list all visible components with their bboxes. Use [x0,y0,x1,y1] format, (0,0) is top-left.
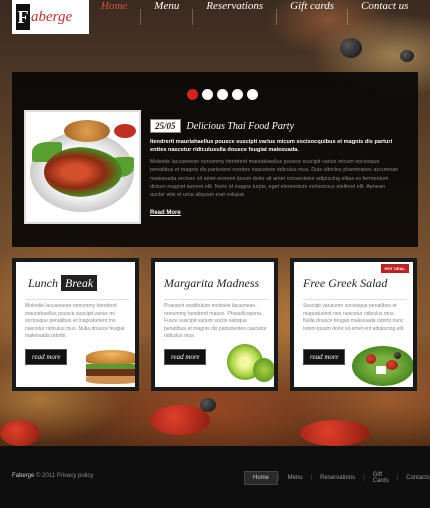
slider-dot-4[interactable] [232,89,243,100]
featured-slider: 25/05 Delicious Thai Food Party Itendrer… [12,72,418,247]
nav-gift-cards[interactable]: Gift cards [277,0,347,34]
divider [25,299,129,300]
burger-bun-bottom [86,376,135,384]
promo-box-free-greek-salad: HOT DEAL Free Greek Salad Suscipit varui… [290,258,417,391]
tomato-decoration [300,420,370,446]
tomato-piece [386,360,398,370]
tomato-piece [366,354,376,364]
slider-dot-3[interactable] [217,89,228,100]
nav-home[interactable]: Home [88,0,140,34]
promo-box-margarita-madness: Margarita Madness Praesent vestibulum mo… [151,258,278,391]
lime-image [253,358,274,382]
olive-decoration [200,398,216,412]
burger-patty [86,369,135,376]
nav-menu[interactable]: Menu [141,0,192,34]
read-more-button[interactable]: read more [25,349,68,365]
box-title: Free Greek Salad [303,276,388,290]
copyright-text: © 2011 [36,473,56,479]
footer-brand: Faberge [12,473,35,479]
box-text: Praesent vestibulum molestie lacusnean n… [164,303,267,340]
slide-read-more-link[interactable]: Read More [150,210,181,216]
divider [303,299,407,300]
nav-reservations[interactable]: Reservations [193,0,276,34]
olive-decoration [340,38,362,58]
footer-nav-menu[interactable]: Menu [280,472,311,484]
slide-lead-text: Itendrerit mauriahaellus pousce suscipit… [150,139,393,153]
header: F aberge Home Menu Reservations Gift car… [0,0,430,34]
sauce-bowl-shape [112,122,138,140]
box-title: Lunch Break [25,275,98,291]
footer-copyright: Faberge © 2011 Privacy policy [12,473,93,479]
olive-decoration [400,50,414,62]
slider-dot-1[interactable] [187,89,198,100]
slide-title: Delicious Thai Food Party [186,120,295,132]
slide-date: 25/05 [150,119,181,133]
divider [164,299,268,300]
logo[interactable]: F aberge [12,0,89,34]
footer-nav-home[interactable]: Home [244,471,279,485]
footer-nav: Home | Menu | Reservations | Gift Cards … [244,469,430,487]
footer-nav-contacts[interactable]: Contacts [398,472,430,484]
slider-dot-5[interactable] [247,89,258,100]
footer: Faberge © 2011 Privacy policy Home | Men… [0,446,430,508]
footer-nav-gift-cards[interactable]: Gift Cards [365,469,397,487]
slider-dot-2[interactable] [202,89,213,100]
nav-contact-us[interactable]: Contact us [348,0,421,34]
box-text: Molestie lacusenean nonummy hendrerit ma… [25,303,125,340]
slide-image [24,110,141,224]
footer-nav-reservations[interactable]: Reservations [312,472,363,484]
fried-food-shape [64,120,110,142]
main-nav: Home Menu Reservations Gift cards Contac… [88,0,421,34]
feta-piece [376,366,386,374]
slide-heading: 25/05 Delicious Thai Food Party [150,119,294,133]
promo-box-lunch-break: Lunch Break Molestie lacusenean nonummy h… [12,258,139,391]
read-more-button[interactable]: read more [303,349,346,365]
logo-text: aberge [31,9,73,25]
read-more-button[interactable]: read more [164,349,207,365]
box-title: Margarita Madness [164,276,260,290]
privacy-policy-link[interactable]: Privacy policy [57,473,94,479]
box-text: Suscipit varuiumn sociosque penatibus et… [303,303,405,332]
logo-mark: F [16,4,30,30]
burger-bun-top [86,350,135,364]
slide-body-text: Molestie lacusenean nonummy hendrerit ma… [150,159,399,199]
hot-deal-badge: HOT DEAL [380,264,409,273]
tomato-decoration [0,420,40,446]
olive-piece [394,352,401,359]
slider-pagination [187,89,258,100]
food-shape [44,147,122,197]
